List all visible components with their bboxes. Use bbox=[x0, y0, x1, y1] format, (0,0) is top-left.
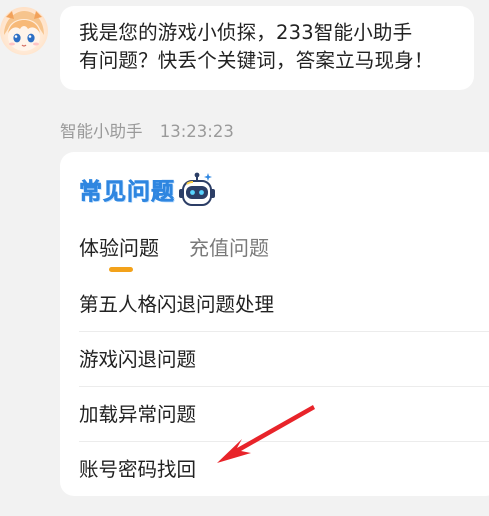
faq-question-item[interactable]: 第五人格闪退问题处理 bbox=[79, 277, 489, 332]
faq-question-item[interactable]: 游戏闪退问题 bbox=[79, 332, 489, 387]
faq-question-list: 第五人格闪退问题处理 游戏闪退问题 加载异常问题 账号密码找回 bbox=[60, 277, 489, 497]
avatar-character-icon bbox=[4, 11, 44, 51]
bot-greeting-bubble: 我是您的游戏小侦探，233智能小助手 有问题？快丢个关键词，答案立马现身！ bbox=[60, 6, 474, 90]
greeting-line-2: 有问题？快丢个关键词，答案立马现身！ bbox=[79, 49, 434, 72]
tab-recharge-issues[interactable]: 充值问题 bbox=[189, 233, 269, 263]
sender-name: 智能小助手 bbox=[60, 122, 143, 141]
greeting-line-1: 我是您的游戏小侦探，233智能小助手 bbox=[79, 21, 413, 44]
message-timestamp: 13:23:23 bbox=[159, 122, 234, 141]
faq-question-item[interactable]: 加载异常问题 bbox=[79, 387, 489, 442]
active-tab-indicator bbox=[109, 267, 133, 272]
tab-experience-issues[interactable]: 体验问题 bbox=[79, 233, 159, 263]
robot-icon bbox=[179, 172, 215, 206]
faq-tabs: 体验问题 充值问题 bbox=[79, 233, 269, 263]
bot-avatar bbox=[0, 7, 48, 55]
sender-info: 智能小助手 13:23:23 bbox=[60, 121, 234, 143]
faq-title: 常见问题 bbox=[79, 172, 217, 210]
faq-question-item-account-recovery[interactable]: 账号密码找回 bbox=[79, 442, 489, 497]
faq-card: 常见问题 体验问题 充值问题 第五人格闪退问题处理 游戏闪退问题 加载异常问题 … bbox=[60, 152, 489, 496]
faq-title-text: 常见问题 bbox=[79, 178, 175, 206]
